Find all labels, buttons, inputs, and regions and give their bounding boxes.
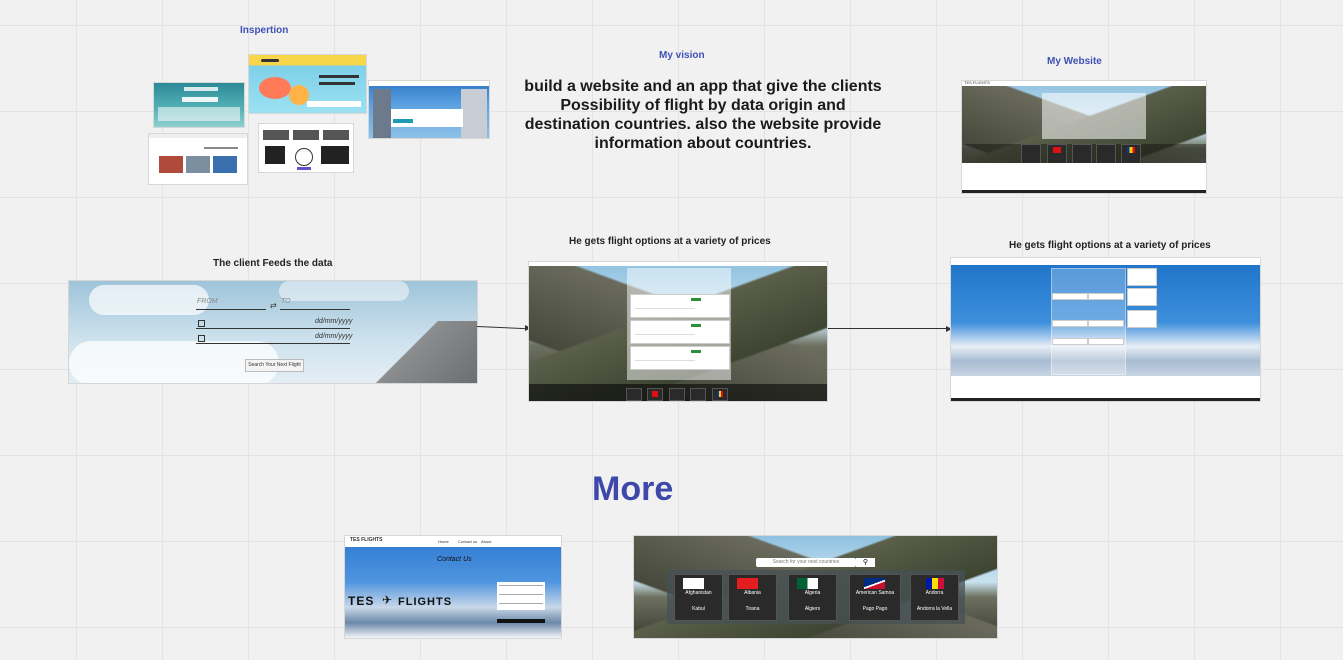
website-label: My Website xyxy=(1047,56,1102,67)
nav-about[interactable]: About xyxy=(481,539,491,544)
flight-results-thumbnail-1[interactable] xyxy=(529,262,827,401)
country-capital: Pago Pago xyxy=(862,606,888,612)
flight-results-thumbnail-2[interactable] xyxy=(951,258,1260,401)
client-feeds-label: The client Feeds the data xyxy=(213,258,333,269)
logo-text-left: TES xyxy=(348,594,375,608)
inspiration-thumb-5[interactable] xyxy=(369,81,489,138)
nav-contact[interactable]: Contact us xyxy=(458,539,477,544)
send-button[interactable] xyxy=(497,619,545,623)
flight-options-label-2: He gets flight options at a variety of p… xyxy=(1009,240,1211,251)
country-search-input[interactable]: Search for your next countries xyxy=(756,558,856,567)
inspiration-thumb-1[interactable] xyxy=(154,83,244,127)
contact-title: Contact Us xyxy=(437,556,472,563)
brand-logo-mini: TES FLIGHTS xyxy=(350,537,383,543)
search-form-thumbnail: FROM ⇄ TO dd/mm/yyyy dd/mm/yyyy Search Y… xyxy=(69,281,477,383)
contact-form[interactable] xyxy=(497,582,545,610)
calendar-icon[interactable] xyxy=(198,335,205,342)
brand-mini: TES FLIGHTS xyxy=(964,81,990,85)
swap-icon[interactable]: ⇄ xyxy=(270,301,277,310)
inspiration-thumb-3[interactable] xyxy=(249,55,366,113)
country-card[interactable]: Albania Tirana xyxy=(728,574,777,621)
search-icon[interactable]: ⚲ xyxy=(856,558,875,567)
vision-text: build a website and an app that give the… xyxy=(524,78,882,152)
country-card[interactable]: Afghanistan Kabul xyxy=(674,574,723,621)
country-card[interactable]: American Samoa Pago Pago xyxy=(849,574,901,621)
country-capital: Tirana xyxy=(745,606,760,612)
inspiration-thumb-2[interactable] xyxy=(149,134,247,184)
nav-home[interactable]: Home xyxy=(438,539,449,544)
countries-thumbnail[interactable]: Search for your next countries ⚲ Afghani… xyxy=(634,536,997,638)
country-name: Albania xyxy=(744,590,761,596)
country-capital: Algiers xyxy=(804,606,821,612)
country-name: Algeria xyxy=(804,590,821,596)
country-name: Afghanistan xyxy=(685,590,712,596)
contact-us-thumbnail[interactable]: TES FLIGHTS Home Contact us About Contac… xyxy=(345,536,561,638)
depart-date-input[interactable]: dd/mm/yyyy xyxy=(315,318,352,325)
search-flight-button[interactable]: Search Your Next Flight xyxy=(245,359,304,372)
flight-options-label-1: He gets flight options at a variety of p… xyxy=(569,236,771,247)
country-name: American Samoa xyxy=(855,590,895,596)
airplane-icon: ✈ xyxy=(382,593,393,607)
country-name: Andorra xyxy=(925,590,944,596)
country-card[interactable]: Algeria Algiers xyxy=(788,574,837,621)
inspiration-thumb-4[interactable] xyxy=(259,124,353,172)
connector-arrow-1 xyxy=(476,326,525,330)
connector-arrow-2 xyxy=(827,328,947,329)
country-card[interactable]: Andorra Andorra la Vella xyxy=(910,574,959,621)
more-label: More xyxy=(592,470,674,508)
return-date-input[interactable]: dd/mm/yyyy xyxy=(315,333,352,340)
country-capital: Kabul xyxy=(692,606,705,612)
calendar-icon[interactable] xyxy=(198,320,205,327)
inspiration-label: Inspertion xyxy=(240,25,289,36)
from-input[interactable]: FROM xyxy=(197,298,218,305)
to-input[interactable]: TO xyxy=(281,298,291,305)
my-website-thumbnail[interactable]: TES FLIGHTS xyxy=(962,81,1206,193)
vision-label: My vision xyxy=(659,50,705,61)
country-capital: Andorra la Vella xyxy=(916,606,953,612)
logo-text-right: FLIGHTS xyxy=(398,596,453,608)
